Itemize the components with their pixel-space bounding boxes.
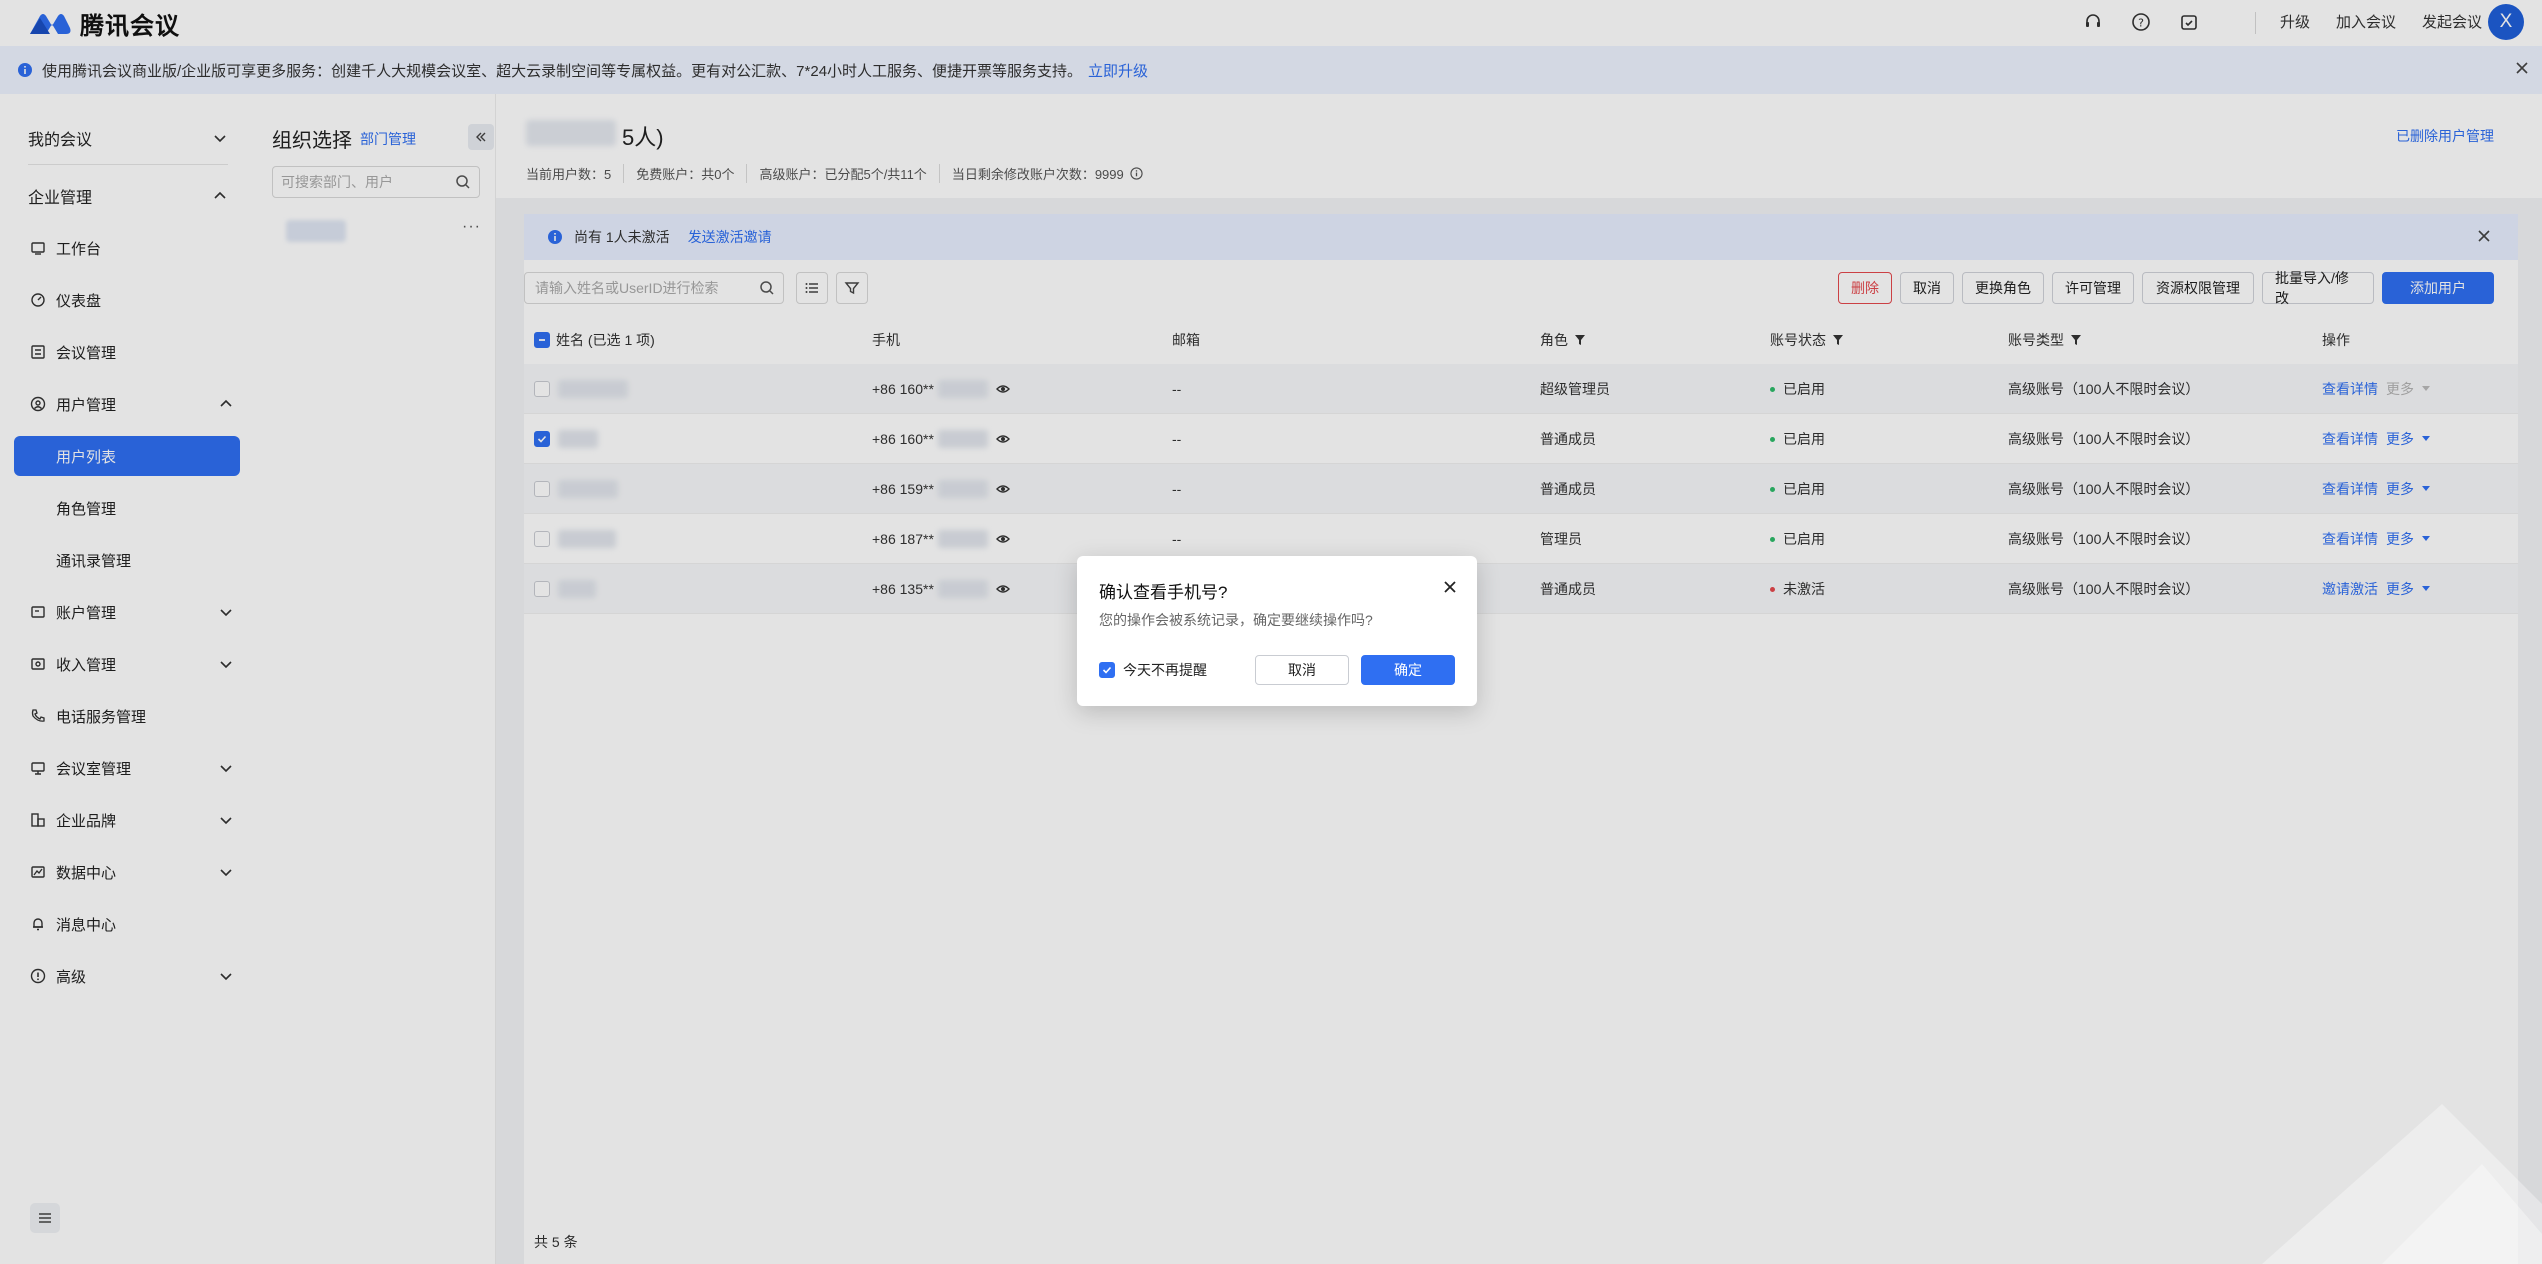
dialog-close-icon[interactable] <box>1443 580 1457 594</box>
confirm-phone-dialog: 确认查看手机号? 您的操作会被系统记录，确定要继续操作吗? 今天不再提醒 取消 … <box>1077 556 1477 706</box>
dont-remind-label: 今天不再提醒 <box>1123 662 1207 678</box>
checkbox-checked[interactable] <box>1099 662 1115 678</box>
dialog-message: 您的操作会被系统记录，确定要继续操作吗? <box>1099 612 1373 628</box>
dialog-confirm-button[interactable]: 确定 <box>1361 655 1455 685</box>
dialog-cancel-button[interactable]: 取消 <box>1255 655 1349 685</box>
dont-remind-today-checkbox[interactable]: 今天不再提醒 <box>1099 660 1207 680</box>
dialog-title: 确认查看手机号? <box>1099 583 1228 602</box>
decorative-shapes <box>2262 1104 2542 1264</box>
